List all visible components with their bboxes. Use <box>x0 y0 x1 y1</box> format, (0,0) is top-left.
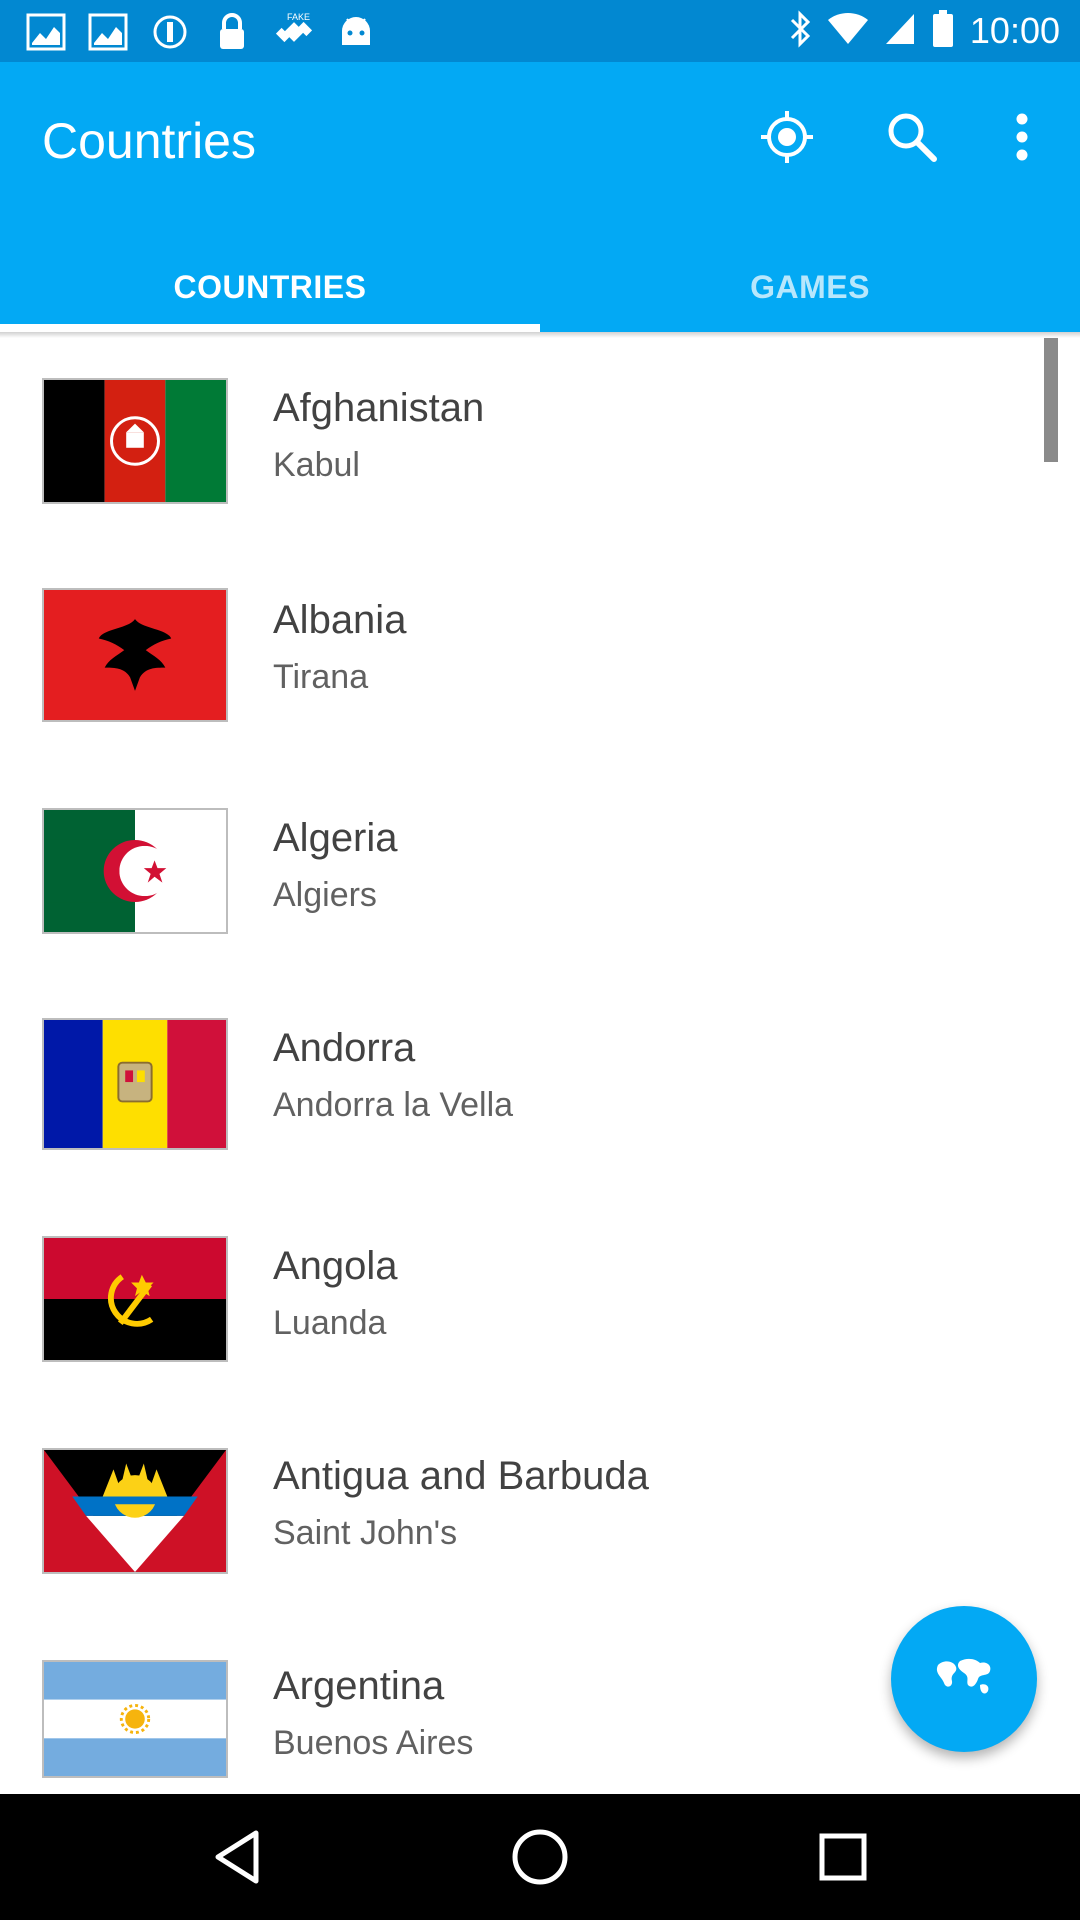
andorra-flag <box>42 1018 228 1150</box>
capital-name: Tirana <box>273 658 369 696</box>
world-map-icon <box>932 1655 996 1704</box>
home-icon[interactable] <box>505 1822 575 1892</box>
capital-name: Saint John's <box>273 1514 458 1552</box>
search-icon[interactable] <box>877 102 947 172</box>
country-name: Angola <box>273 1244 398 1288</box>
afghanistan-flag <box>42 378 228 504</box>
tab-games[interactable]: GAMES <box>540 242 1080 332</box>
antigua-flag <box>42 1448 228 1574</box>
market-app-icon <box>24 12 68 52</box>
list-item[interactable]: Andorra Andorra la Vella <box>0 976 1080 1194</box>
capital-name: Buenos Aires <box>273 1724 474 1762</box>
list-item[interactable]: Angola Luanda <box>0 1194 1080 1404</box>
angola-flag <box>42 1236 228 1362</box>
capital-name: Kabul <box>273 446 360 484</box>
list-item[interactable]: Afghanistan Kabul <box>0 336 1080 546</box>
capital-name: Andorra la Vella <box>273 1086 514 1124</box>
scrollbar[interactable] <box>1044 338 1058 462</box>
wifi-icon <box>827 12 868 51</box>
algeria-flag <box>42 808 228 934</box>
navigation-bar <box>0 1794 1080 1920</box>
android-robot-icon <box>334 12 378 52</box>
status-notification-icons: FAKE <box>24 12 378 52</box>
country-name: Albania <box>273 598 407 642</box>
recents-icon[interactable] <box>808 1822 878 1892</box>
country-name: Argentina <box>273 1664 445 1708</box>
capital-name: Algiers <box>273 876 377 914</box>
app-bar: Countries COUNTRIES GAMES <box>0 62 1080 332</box>
fake-gps-icon: FAKE <box>272 12 316 52</box>
svg-text:FAKE: FAKE <box>287 12 310 22</box>
country-name: Andorra <box>273 1026 416 1070</box>
list-item[interactable]: Algeria Algiers <box>0 766 1080 976</box>
signal-icon <box>884 12 916 51</box>
country-name: Antigua and Barbuda <box>273 1454 649 1498</box>
capital-name: Luanda <box>273 1304 387 1342</box>
list-item[interactable]: Albania Tirana <box>0 546 1080 766</box>
world-map-button[interactable] <box>891 1606 1037 1752</box>
status-time: 10:00 <box>969 10 1060 51</box>
status-bar: FAKE 10:00 <box>0 0 1080 62</box>
tab-countries[interactable]: COUNTRIES <box>0 242 540 332</box>
back-icon[interactable] <box>202 1822 272 1892</box>
albania-flag <box>42 588 228 722</box>
country-list[interactable]: Afghanistan Kabul Albania Tirana Algeria… <box>0 336 1080 1794</box>
status-system-icons: 10:00 <box>788 8 1060 54</box>
tab-indicator <box>0 324 540 332</box>
my-location-icon[interactable] <box>752 102 822 172</box>
data-saver-icon <box>148 12 192 52</box>
page-title: Countries <box>42 113 256 169</box>
market-app-icon <box>86 12 130 52</box>
country-name: Algeria <box>273 816 398 860</box>
argentina-flag <box>42 1660 228 1778</box>
more-vert-icon[interactable] <box>987 102 1057 172</box>
country-name: Afghanistan <box>273 386 485 430</box>
list-item[interactable]: Antigua and Barbuda Saint John's <box>0 1404 1080 1614</box>
bluetooth-icon <box>788 9 812 53</box>
battery-icon <box>932 9 954 53</box>
lock-icon <box>210 12 254 52</box>
